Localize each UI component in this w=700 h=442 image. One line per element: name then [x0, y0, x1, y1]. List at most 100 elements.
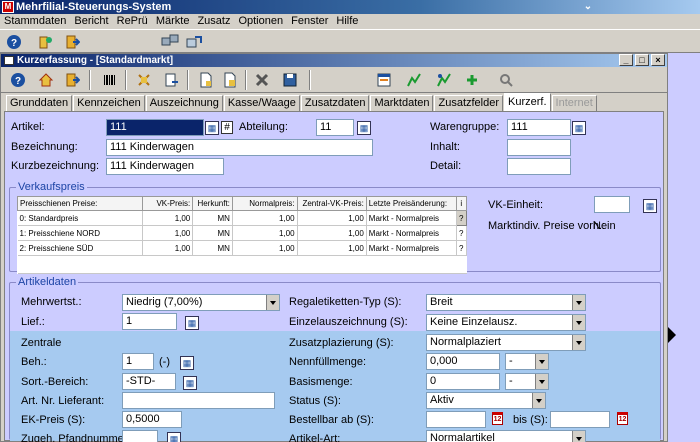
grid-lookup-icon[interactable]: ▦: [643, 199, 657, 213]
bis-input[interactable]: [550, 411, 610, 428]
save-icon[interactable]: [279, 69, 301, 91]
document-copy-icon[interactable]: [219, 69, 241, 91]
tab-zusatzdaten[interactable]: Zusatzdaten: [300, 95, 370, 111]
bestellbar-input[interactable]: [426, 411, 486, 428]
calendar-icon[interactable]: 12: [617, 412, 628, 425]
warengruppe-input[interactable]: 111: [507, 119, 571, 136]
menu-stammdaten[interactable]: Stammdaten: [0, 14, 70, 29]
network-tree-icon[interactable]: [133, 69, 155, 91]
chevron-down-icon[interactable]: [572, 431, 585, 442]
help-icon[interactable]: ?: [7, 69, 29, 91]
search-web-icon[interactable]: [495, 69, 517, 91]
delete-icon[interactable]: [251, 69, 273, 91]
beh-input[interactable]: 1: [122, 353, 154, 370]
network-icon[interactable]: [160, 32, 180, 52]
hash-button[interactable]: #: [221, 121, 233, 134]
menu-maerkte[interactable]: Märkte: [152, 14, 194, 29]
add-item-icon[interactable]: [461, 69, 483, 91]
user-key-icon[interactable]: [36, 32, 56, 52]
minimize-button[interactable]: _: [619, 54, 633, 66]
menu-bericht[interactable]: Bericht: [70, 14, 112, 29]
artikel-input[interactable]: 111: [106, 119, 204, 136]
chart-user-icon[interactable]: [433, 69, 455, 91]
grid-lookup-icon[interactable]: ▦: [205, 121, 219, 135]
col-info[interactable]: i: [455, 196, 468, 211]
close-button[interactable]: ×: [651, 54, 665, 66]
maximize-button[interactable]: □: [635, 54, 649, 66]
zusatzplazierung-value: Normalplaziert: [430, 336, 501, 348]
export-icon[interactable]: [161, 69, 183, 91]
lief-input[interactable]: 1: [122, 313, 177, 330]
menu-zusatz[interactable]: Zusatz: [193, 14, 234, 29]
list-window-icon[interactable]: [373, 69, 395, 91]
detail-input[interactable]: [507, 158, 571, 175]
inhalt-input[interactable]: [507, 139, 571, 156]
exit-door-icon[interactable]: [61, 69, 83, 91]
chevron-down-icon[interactable]: [572, 295, 585, 310]
menu-repruef[interactable]: RePrü: [113, 14, 152, 29]
tab-marktdaten[interactable]: Marktdaten: [370, 95, 434, 111]
grid-lookup-icon[interactable]: ▦: [357, 121, 371, 135]
grid-lookup-icon[interactable]: ▦: [572, 121, 586, 135]
barcode-icon[interactable]: [99, 69, 121, 91]
chevron-down-icon[interactable]: [572, 335, 585, 350]
chevron-down-icon[interactable]: ⌄: [580, 0, 596, 14]
tab-kennzeichen[interactable]: Kennzeichen: [73, 95, 145, 111]
chevron-down-icon[interactable]: [535, 354, 548, 369]
tab-kurzerf[interactable]: Kurzerf.: [504, 93, 551, 111]
sync-icon[interactable]: [184, 32, 204, 52]
tab-grunddaten[interactable]: Grunddaten: [6, 95, 73, 111]
abteilung-input[interactable]: 11: [316, 119, 354, 136]
artnr-lieferant-input[interactable]: [122, 392, 275, 409]
chart-edit-icon[interactable]: [403, 69, 425, 91]
nennfuell-input[interactable]: 0,000: [426, 353, 500, 370]
artikel-art-select[interactable]: Normalartikel: [426, 430, 586, 442]
table-row[interactable]: 0: Standardpreis 1,00 MN 1,00 1,00 Markt…: [17, 210, 468, 226]
col-herkunft[interactable]: Herkunft:: [192, 196, 233, 211]
menu-optionen[interactable]: Optionen: [234, 14, 287, 29]
col-vk-preis[interactable]: VK-Preis:: [142, 196, 194, 211]
kurzbezeichnung-input[interactable]: 111 Kinderwagen: [106, 158, 224, 175]
nennfuell-unit-select[interactable]: -: [505, 353, 549, 370]
info-button[interactable]: ?: [456, 225, 468, 241]
sort-bereich-input[interactable]: -STD-: [122, 373, 176, 390]
exit-door-icon[interactable]: [62, 32, 82, 52]
einzelauszeichnung-select[interactable]: Keine Einzelausz.: [426, 314, 586, 331]
chevron-down-icon[interactable]: [266, 295, 279, 310]
ek-preis-input[interactable]: 0,5000: [122, 411, 182, 428]
tab-auszeichnung[interactable]: Auszeichnung: [145, 95, 223, 111]
grid-lookup-icon[interactable]: ▦: [185, 316, 199, 330]
table-row[interactable]: 2: Preisschiene SÜD 1,00 MN 1,00 1,00 Ma…: [17, 240, 468, 256]
menu-fenster[interactable]: Fenster: [287, 14, 332, 29]
grid-lookup-icon[interactable]: ▦: [180, 356, 194, 370]
grid-lookup-icon[interactable]: ▦: [183, 376, 197, 390]
chevron-down-icon[interactable]: [532, 393, 545, 408]
bezeichnung-input[interactable]: 111 Kinderwagen: [106, 139, 373, 156]
pfandnummer-input[interactable]: [122, 430, 158, 442]
grid-lookup-icon[interactable]: ▦: [167, 432, 181, 442]
col-letzte-aenderung[interactable]: Letzte Preisänderung:: [365, 196, 457, 211]
vk-einheit-input[interactable]: [594, 196, 630, 213]
status-select[interactable]: Aktiv: [426, 392, 546, 409]
menu-hilfe[interactable]: Hilfe: [332, 14, 362, 29]
document-icon[interactable]: [195, 69, 217, 91]
tab-internet[interactable]: Internet: [551, 95, 597, 111]
home-icon[interactable]: [35, 69, 57, 91]
chevron-down-icon[interactable]: [535, 374, 548, 389]
chevron-down-icon[interactable]: [572, 315, 585, 330]
info-button[interactable]: ?: [455, 210, 468, 226]
zusatzplazierung-select[interactable]: Normalplaziert: [426, 334, 586, 351]
basismenge-input[interactable]: 0: [426, 373, 500, 390]
regaletiketten-select[interactable]: Breit: [426, 294, 586, 311]
calendar-icon[interactable]: 12: [492, 412, 503, 425]
tab-kasse-waage[interactable]: Kasse/Waage: [223, 95, 300, 111]
tab-zusatzfelder[interactable]: Zusatzfelder: [434, 95, 504, 111]
help-icon[interactable]: ?: [4, 32, 24, 52]
info-button[interactable]: ?: [456, 240, 468, 256]
basismenge-unit-select[interactable]: -: [505, 373, 549, 390]
col-normalpreis[interactable]: Normalpreis:: [231, 196, 298, 211]
mehrwertst-select[interactable]: Niedrig (7,00%): [122, 294, 280, 311]
col-zentral-vk[interactable]: Zentral-VK-Preis:: [296, 196, 367, 211]
col-preisschiene[interactable]: Preisschienen Preise:: [16, 196, 144, 211]
table-row[interactable]: 1: Preisschiene NORD 1,00 MN 1,00 1,00 M…: [17, 225, 468, 241]
